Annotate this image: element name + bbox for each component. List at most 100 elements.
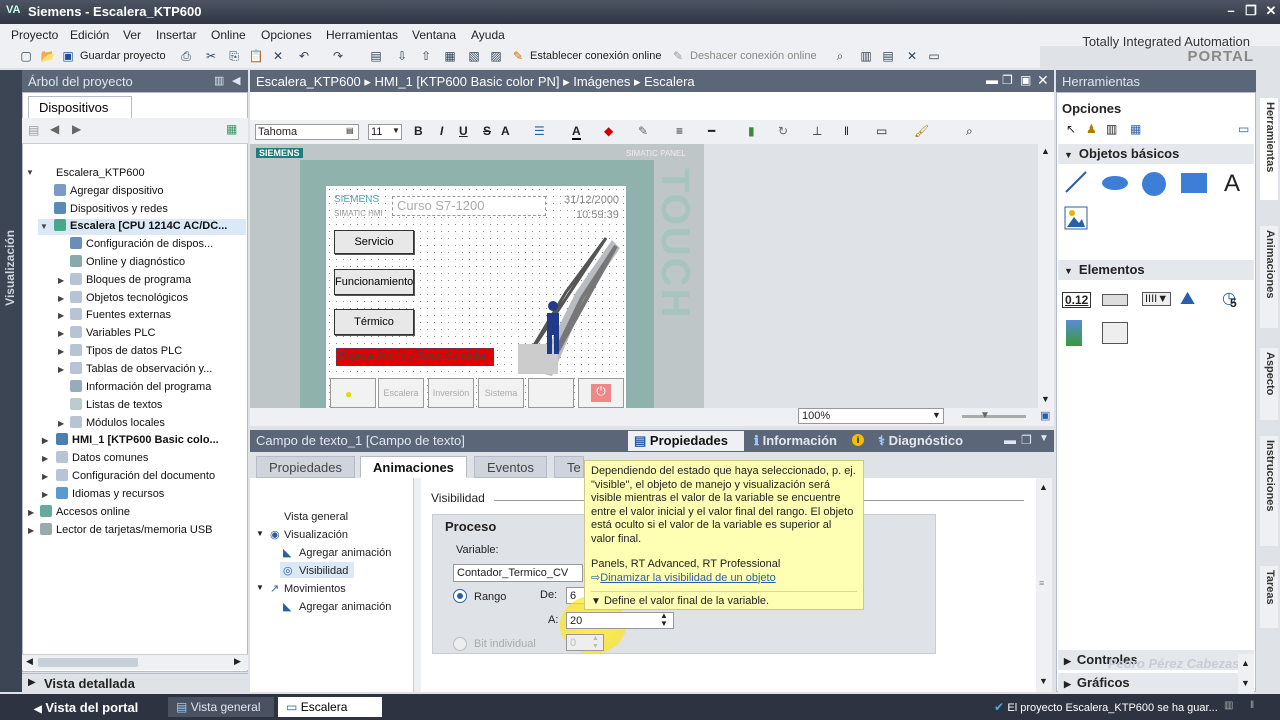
io-field-icon[interactable]: 0.12: [1062, 292, 1092, 308]
go-online-button[interactable]: Establecer conexión online: [530, 50, 661, 62]
line-color-icon[interactable]: ✎: [638, 124, 648, 138]
nav-visualization[interactable]: Visualización: [284, 529, 348, 541]
go-offline-button[interactable]: Deshacer conexión online: [690, 50, 817, 62]
simulate-icon[interactable]: ▦: [442, 48, 458, 64]
zoom-select[interactable]: 100%: [798, 408, 944, 424]
zoom-dropdown-icon[interactable]: ▼: [932, 410, 941, 420]
tab-diagnostics[interactable]: ⚕ Diagnóstico: [872, 431, 984, 451]
scroll-down-icon[interactable]: ▼: [1241, 678, 1250, 688]
editor-restore-icon[interactable]: ❐: [1002, 73, 1013, 87]
redo-icon[interactable]: ↷: [330, 48, 346, 64]
nav-overview[interactable]: Vista general: [284, 511, 348, 523]
copy-icon[interactable]: ⎘: [226, 48, 242, 64]
footer-blank-button[interactable]: [528, 378, 574, 408]
scroll-grip-icon[interactable]: ≡: [1039, 578, 1044, 588]
user-tool-icon[interactable]: ♟: [1086, 122, 1097, 136]
menu-edicion[interactable]: Edición: [70, 28, 109, 42]
tree-item[interactable]: ▶ Variables PLC: [58, 326, 156, 339]
portal-view-button[interactable]: ◀ Vista del portal: [26, 697, 146, 717]
arrange-icon[interactable]: ▮: [748, 124, 755, 138]
menu-ventana[interactable]: Ventana: [412, 28, 456, 42]
inspector-splitter[interactable]: [413, 478, 421, 692]
stop-icon[interactable]: ▧: [466, 48, 482, 64]
compile-icon[interactable]: ▤: [368, 48, 384, 64]
menu-ayuda[interactable]: Ayuda: [471, 28, 505, 42]
new-folder-icon[interactable]: ▤: [28, 123, 39, 137]
section-graphics[interactable]: ▶ Gráficos: [1058, 673, 1254, 693]
fill-color-icon[interactable]: ◆: [604, 124, 613, 138]
format-painter-icon[interactable]: 🖌: [914, 124, 929, 138]
tooltip-link[interactable]: Dinamizar la visibilidad de un objeto: [600, 572, 775, 584]
footer-home-button[interactable]: ●: [330, 378, 376, 408]
tree-item[interactable]: Configuración de dispos...: [70, 237, 213, 250]
visualization-side-label[interactable]: Visualización: [3, 230, 17, 306]
date-field[interactable]: 31/12/2000: [564, 194, 619, 206]
section-basic-objects[interactable]: ▼ Objetos básicos: [1058, 144, 1254, 164]
grid-tool-icon[interactable]: ▥: [1106, 122, 1117, 136]
upload-icon[interactable]: ⇧: [418, 48, 434, 64]
scroll-thumb[interactable]: [38, 658, 138, 667]
footer-power-button[interactable]: ⏻: [578, 378, 624, 408]
inspector-float-icon[interactable]: ❐: [1021, 433, 1032, 447]
to-input[interactable]: 20: [566, 612, 674, 629]
side-tab-layout[interactable]: Aspecto: [1260, 348, 1278, 420]
tree-pin-icon[interactable]: ▥: [214, 74, 224, 87]
tree-item[interactable]: ▶ Bloques de programa: [58, 273, 191, 286]
zoom-icon[interactable]: ⌕: [966, 124, 973, 139]
detail-view-toggle[interactable]: Vista detallada: [22, 673, 248, 693]
ellipse-tool-icon[interactable]: [1100, 174, 1130, 192]
nav-add-movement[interactable]: Agregar animación: [299, 601, 391, 613]
align-objects-icon[interactable]: ⊥: [812, 124, 822, 138]
print-icon[interactable]: ⎙: [178, 48, 194, 64]
symbolic-io-icon[interactable]: IIII▼: [1142, 292, 1172, 306]
tree-item[interactable]: ▶ Fuentes externas: [58, 308, 171, 321]
footer-inversion-button[interactable]: Inversión: [428, 378, 474, 408]
zoom-fit-icon[interactable]: ▣: [1040, 409, 1050, 422]
bar-tool-icon[interactable]: [1066, 320, 1082, 346]
subtab-events[interactable]: Eventos: [474, 456, 547, 478]
nav-movements[interactable]: Movimientos: [284, 583, 346, 595]
line-style-icon[interactable]: ━: [708, 124, 715, 138]
editor-float-icon[interactable]: ▣: [1020, 73, 1031, 87]
nav-visibility[interactable]: Visibilidad: [299, 565, 348, 577]
nav-collapse-arrow[interactable]: ▼: [256, 529, 264, 538]
funcionamiento-button[interactable]: Funcionamiento: [334, 269, 414, 295]
menu-herramientas[interactable]: Herramientas: [326, 28, 398, 42]
back-icon[interactable]: ◀: [50, 122, 59, 136]
save-icon[interactable]: ▣: [60, 48, 76, 64]
tree-item[interactable]: ▶ Accesos online: [28, 505, 130, 518]
scroll-down-icon[interactable]: ▼: [1041, 394, 1050, 404]
tree-item[interactable]: Dispositivos y redes: [54, 202, 168, 215]
split-editor-icon[interactable]: ▭: [926, 48, 942, 64]
font-family-select[interactable]: Tahoma: [255, 124, 359, 140]
side-tab-animations[interactable]: Animaciones: [1260, 226, 1278, 328]
scroll-up-icon[interactable]: ▲: [1241, 658, 1250, 668]
inspector-restore-icon[interactable]: ▬: [1004, 433, 1016, 447]
task-overview[interactable]: ▤ Vista general: [168, 697, 274, 717]
scroll-up-icon[interactable]: ▲: [1041, 146, 1050, 156]
line-tool-icon[interactable]: [1064, 170, 1088, 194]
escalator-image[interactable]: [516, 232, 620, 376]
font-color-icon[interactable]: A: [572, 124, 581, 140]
menu-proyecto[interactable]: Proyecto: [11, 28, 58, 42]
subtab-texts[interactable]: Te: [554, 456, 584, 478]
tree-item[interactable]: ▶ Módulos locales: [58, 416, 165, 429]
save-project-button[interactable]: Guardar proyecto: [80, 50, 166, 62]
line-width-icon[interactable]: ≡: [676, 124, 683, 138]
zoom-slider[interactable]: [962, 415, 1026, 418]
graphic-io-icon[interactable]: ⛰: [1180, 288, 1195, 309]
inspector-scrollbar[interactable]: ▲ ≡ ▼: [1036, 478, 1052, 692]
stop-cpu-icon[interactable]: ▤: [880, 48, 896, 64]
tool-view-icon[interactable]: ▭: [1238, 122, 1249, 136]
tree-item[interactable]: Online y diagnóstico: [70, 255, 185, 268]
graphic-view-icon[interactable]: [1064, 206, 1088, 230]
button-tool-icon[interactable]: [1102, 294, 1128, 306]
menu-opciones[interactable]: Opciones: [261, 28, 312, 42]
tree-item[interactable]: ▶ Tablas de observación y...: [58, 362, 212, 375]
task-escalera[interactable]: ▭ Escalera: [278, 697, 382, 717]
tools-scrollbar[interactable]: ▲ ▼: [1238, 654, 1254, 694]
size-dropdown-icon[interactable]: ▼: [392, 126, 400, 135]
open-project-icon[interactable]: 📂: [40, 48, 56, 64]
undo-icon[interactable]: ↶: [296, 48, 312, 64]
section-elements[interactable]: ▼ Elementos: [1058, 260, 1254, 280]
